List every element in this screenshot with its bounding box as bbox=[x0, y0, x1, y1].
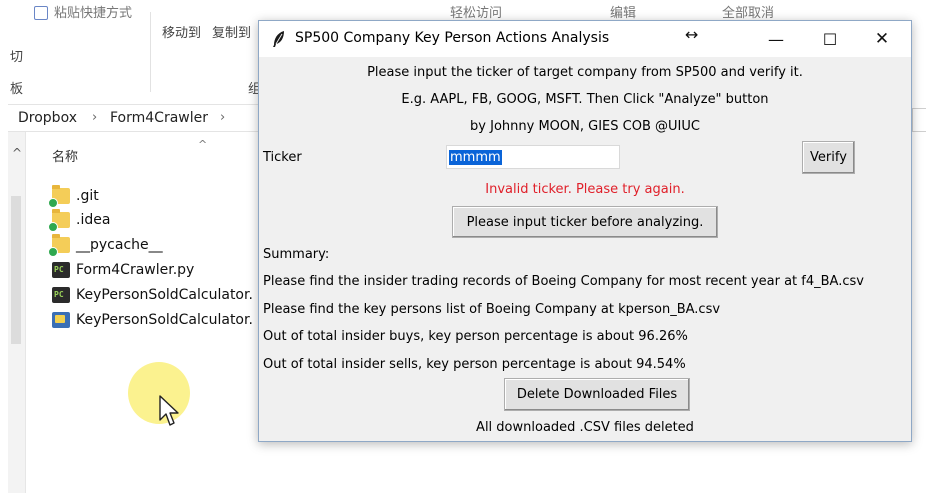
sort-ascending-icon: ^ bbox=[198, 138, 208, 151]
file-name: __pycache__ bbox=[76, 237, 163, 253]
file-list-item[interactable]: KeyPersonSoldCalculator. bbox=[52, 283, 253, 307]
file-name: .git bbox=[76, 188, 99, 204]
paste-shortcut-icon bbox=[34, 6, 48, 20]
feather-icon bbox=[273, 31, 284, 47]
navigation-pane-scrollbar[interactable] bbox=[8, 132, 26, 493]
window-title: SP500 Company Key Person Actions Analysi… bbox=[295, 30, 610, 46]
mouse-pointer-icon bbox=[159, 395, 179, 426]
file-name: KeyPersonSoldCalculator. bbox=[76, 312, 253, 328]
file-list-item[interactable]: __pycache__ bbox=[48, 233, 163, 257]
pycharm-file-icon bbox=[52, 287, 70, 303]
ticker-input[interactable]: mmmm bbox=[446, 145, 620, 169]
ribbon-divider bbox=[150, 12, 151, 92]
address-bar[interactable]: Dropbox › Form4Crawler › bbox=[8, 104, 268, 132]
chevron-up-icon[interactable]: ^ bbox=[12, 146, 22, 160]
ticker-input-selected-text: mmmm bbox=[449, 149, 502, 165]
breadcrumb-dropbox[interactable]: Dropbox bbox=[18, 110, 77, 126]
analyze-button[interactable]: Please input ticker before analyzing. bbox=[452, 206, 718, 238]
cut-label[interactable]: 切 bbox=[10, 46, 23, 65]
dialog-content: Please input the ticker of target compan… bbox=[259, 57, 911, 441]
breadcrumb-form4crawler[interactable]: Form4Crawler bbox=[110, 110, 208, 126]
minimize-button[interactable]: — bbox=[753, 21, 799, 57]
pycharm-file-icon bbox=[52, 262, 70, 278]
folder-synced-icon bbox=[48, 234, 70, 257]
chevron-right-icon[interactable]: › bbox=[220, 110, 225, 125]
python-window-file-icon bbox=[52, 312, 70, 328]
file-name: .idea bbox=[76, 212, 111, 228]
file-list-item[interactable]: KeyPersonSoldCalculator. bbox=[52, 308, 253, 332]
easy-access-button[interactable]: 轻松访问 bbox=[450, 2, 502, 21]
folder-synced-icon bbox=[48, 209, 70, 232]
select-none-button[interactable]: 全部取消 bbox=[722, 2, 774, 21]
ticker-label: Ticker bbox=[263, 150, 302, 165]
folder-synced-icon bbox=[48, 185, 70, 208]
intro-instruction: Please input the ticker of target compan… bbox=[367, 65, 803, 80]
close-button[interactable]: ✕ bbox=[859, 21, 905, 57]
edit-button[interactable]: 编辑 bbox=[610, 2, 636, 21]
intro-author: by Johnny MOON, GIES COB @UIUC bbox=[470, 119, 700, 134]
file-list-item[interactable]: Form4Crawler.py bbox=[52, 258, 194, 282]
copy-to-button[interactable]: 复制到 bbox=[212, 22, 251, 41]
verify-button[interactable]: Verify bbox=[802, 141, 855, 174]
resize-horizontal-icon: ↔ bbox=[685, 25, 699, 44]
delete-status-text: All downloaded .CSV files deleted bbox=[476, 420, 694, 435]
summary-line: Please find the key persons list of Boei… bbox=[263, 302, 721, 317]
summary-title: Summary: bbox=[263, 247, 330, 262]
file-name: Form4Crawler.py bbox=[76, 262, 195, 278]
scrollbar-thumb[interactable] bbox=[11, 196, 21, 344]
summary-line: Out of total insider sells, key person p… bbox=[263, 357, 686, 372]
refresh-button-edge[interactable] bbox=[912, 108, 926, 132]
move-to-button[interactable]: 移动到 bbox=[162, 22, 201, 41]
file-list-item[interactable]: .git bbox=[48, 184, 99, 208]
delete-downloaded-files-button[interactable]: Delete Downloaded Files bbox=[504, 378, 690, 411]
error-message: Invalid ticker. Please try again. bbox=[485, 182, 685, 197]
intro-example: E.g. AAPL, FB, GOOG, MSFT. Then Click "A… bbox=[401, 92, 769, 107]
column-header-name[interactable]: 名称 bbox=[52, 146, 78, 165]
chevron-right-icon: › bbox=[92, 110, 98, 125]
file-name: KeyPersonSoldCalculator. bbox=[76, 287, 253, 303]
analysis-dialog-window: SP500 Company Key Person Actions Analysi… bbox=[258, 20, 912, 442]
file-list-item[interactable]: .idea bbox=[48, 208, 111, 232]
summary-line: Out of total insider buys, key person pe… bbox=[263, 329, 688, 344]
summary-line: Please find the insider trading records … bbox=[263, 274, 864, 289]
clipboard-group-label: 板 bbox=[10, 82, 24, 97]
maximize-button[interactable]: ☐ bbox=[807, 21, 853, 57]
paste-shortcut-button[interactable]: 粘贴快捷方式 bbox=[54, 2, 132, 21]
title-bar[interactable]: SP500 Company Key Person Actions Analysi… bbox=[259, 21, 911, 57]
